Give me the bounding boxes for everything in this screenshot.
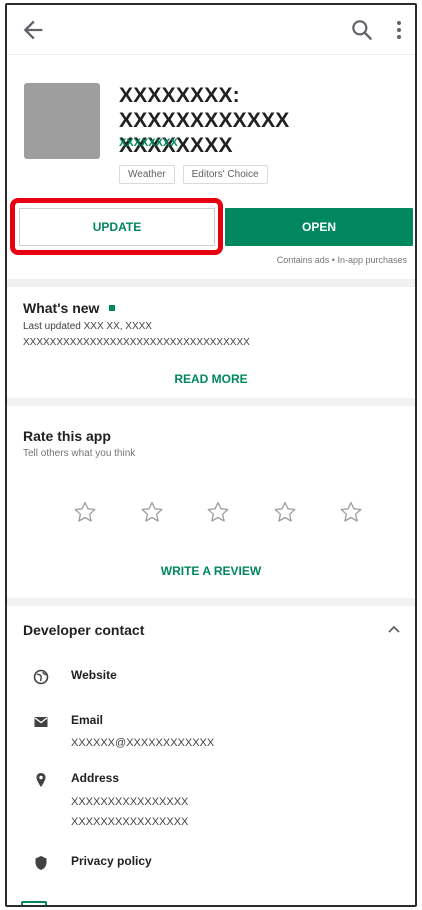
purchase-note: Contains ads • In-app purchases — [276, 255, 407, 265]
developer-contact-section: Developer contact Website Email XXXXXX@X… — [7, 606, 415, 905]
read-more-button[interactable]: READ MORE — [7, 372, 415, 386]
app-icon — [24, 83, 100, 159]
address-line-1: XXXXXXXXXXXXXXXX — [71, 796, 189, 808]
arrow-back-icon[interactable] — [19, 16, 47, 44]
address-label: Address — [71, 771, 120, 785]
privacy-policy-label: Privacy policy — [71, 854, 152, 868]
tag-chip[interactable]: Editors' Choice — [182, 165, 268, 184]
email-label: Email — [71, 713, 104, 727]
privacy-policy-row[interactable]: Privacy policy — [33, 854, 152, 871]
whats-new-section: What's new Last updated XXX XX, XXXX XXX… — [7, 290, 415, 398]
star-icon[interactable] — [206, 500, 230, 524]
star-icon[interactable] — [273, 500, 297, 524]
tag-chip[interactable]: Weather — [119, 165, 175, 184]
new-indicator-icon — [109, 305, 116, 311]
search-icon[interactable] — [349, 17, 375, 43]
rate-subtitle: Tell others what you think — [23, 448, 136, 459]
rate-title: Rate this app — [23, 428, 111, 444]
section-divider — [7, 398, 415, 406]
write-review-button[interactable]: WRITE A REVIEW — [7, 564, 415, 578]
phone-screen: XXXXXXXX: XXXXXXXXXXXX XXXXXXXX XXXXXXXX… — [5, 3, 417, 907]
chevron-up-icon[interactable] — [387, 624, 401, 634]
open-button[interactable]: OPEN — [225, 208, 413, 246]
globe-icon — [33, 669, 49, 685]
star-icon[interactable] — [339, 500, 363, 524]
release-notes: XXXXXXXXXXXXXXXXXXXXXXXXXXXXXXXXXX — [23, 337, 250, 348]
more-vert-icon[interactable] — [389, 17, 409, 43]
star-icon[interactable] — [73, 500, 97, 524]
star-icon[interactable] — [140, 500, 164, 524]
highlight-frame — [10, 198, 223, 255]
next-item-icon — [21, 901, 47, 905]
developer-link[interactable]: XXXXXXXX — [119, 137, 178, 149]
section-divider — [7, 598, 415, 606]
section-divider — [7, 279, 415, 287]
website-label: Website — [71, 668, 117, 682]
mail-icon — [34, 717, 48, 727]
whats-new-heading: What's new — [23, 300, 116, 316]
email-row[interactable]: Email — [33, 713, 103, 730]
address-line-2: XXXXXXXXXXXXXXXX — [71, 816, 189, 828]
developer-contact-title[interactable]: Developer contact — [23, 622, 144, 638]
address-row[interactable]: Address — [33, 771, 119, 788]
website-row[interactable]: Website — [33, 668, 117, 685]
rate-section: Rate this app Tell others what you think… — [7, 406, 415, 598]
location-pin-icon — [36, 773, 46, 787]
top-app-bar — [7, 5, 415, 55]
app-tags: Weather Editors' Choice — [119, 165, 268, 184]
whats-new-title: What's new — [23, 300, 100, 316]
last-updated-text: Last updated XXX XX, XXXX — [23, 321, 152, 332]
star-rating — [73, 500, 363, 524]
shield-icon — [35, 856, 47, 870]
email-value: XXXXXX@XXXXXXXXXXXX — [71, 737, 215, 749]
